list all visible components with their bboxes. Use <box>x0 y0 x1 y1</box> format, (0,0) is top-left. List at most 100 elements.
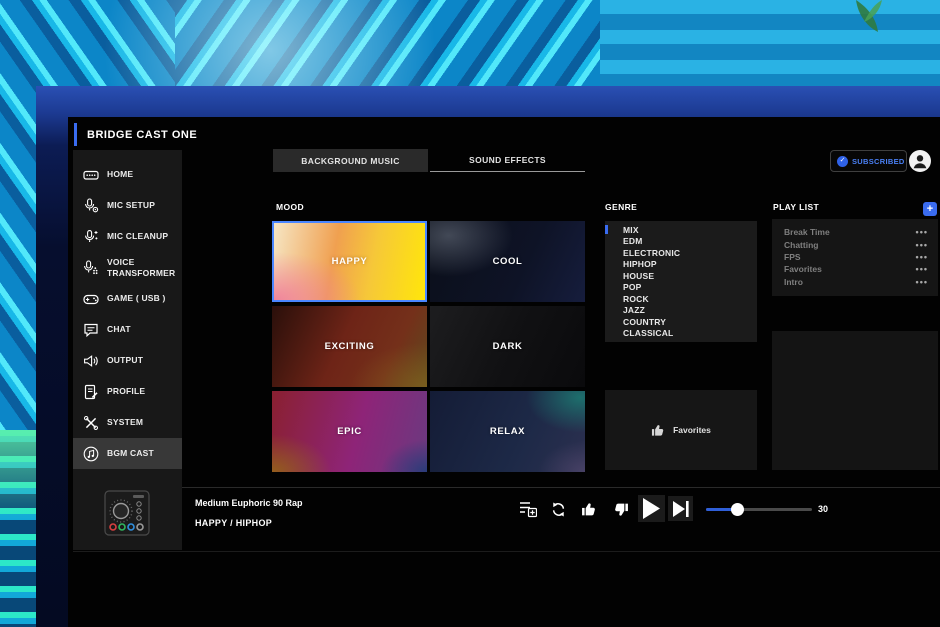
mood-tile-exciting[interactable]: EXCITING <box>272 306 427 387</box>
sidebar-item-label: OUTPUT <box>107 355 179 366</box>
plant-leaf <box>838 0 918 40</box>
genre-item-electronic[interactable]: ELECTRONIC <box>605 247 757 259</box>
thumbs-down-icon <box>612 501 629 518</box>
sidebar-item-game-usb[interactable]: GAME ( USB ) <box>73 283 182 314</box>
voice-transformer-icon <box>83 260 99 276</box>
sidebar-item-label: PROFILE <box>107 386 179 397</box>
mood-section-label: MOOD <box>276 202 304 212</box>
profile-document-icon <box>83 384 99 400</box>
favorites-label: Favorites <box>673 425 711 435</box>
sidebar-item-voice-transformer[interactable]: VOICE TRANSFORMER <box>73 252 182 283</box>
genre-item-mix[interactable]: MIX <box>605 224 757 236</box>
mood-tile-label: RELAX <box>490 426 525 437</box>
repeat-icon <box>550 501 567 518</box>
genre-list: MIX EDM ELECTRONIC HIPHOP HOUSE POP ROCK… <box>605 221 757 342</box>
add-to-playlist-button[interactable] <box>519 500 537 518</box>
sidebar-item-chat[interactable]: CHAT <box>73 314 182 345</box>
console-icon <box>83 167 99 183</box>
title-accent-bar <box>74 123 77 146</box>
playlist-item-intro[interactable]: Intro ••• <box>772 276 938 288</box>
mood-tile-label: DARK <box>493 341 523 352</box>
track-tags: HAPPY / HIPHOP <box>195 518 272 528</box>
music-note-icon <box>83 446 99 462</box>
genre-item-house[interactable]: HOUSE <box>605 270 757 282</box>
thumbs-up-icon <box>581 501 598 518</box>
tab-label: SOUND EFFECTS <box>469 155 546 165</box>
sidebar-item-label: HOME <box>107 169 179 180</box>
tab-background-music[interactable]: BACKGROUND MUSIC <box>273 149 428 172</box>
sidebar-item-mic-cleanup[interactable]: MIC CLEANUP <box>73 221 182 252</box>
playlist-section-label: PLAY LIST <box>773 202 819 212</box>
sidebar-item-profile[interactable]: PROFILE <box>73 376 182 407</box>
sidebar-item-output[interactable]: OUTPUT <box>73 345 182 376</box>
play-icon <box>643 498 660 519</box>
genre-item-country[interactable]: COUNTRY <box>605 316 757 328</box>
tab-sound-effects[interactable]: SOUND EFFECTS <box>430 149 585 172</box>
subscribed-label: SUBSCRIBED <box>852 157 905 166</box>
track-title: Medium Euphoric 90 Rap <box>195 498 303 508</box>
thumbs-up-icon <box>651 423 666 438</box>
mood-tile-cool[interactable]: COOL <box>430 221 585 302</box>
add-playlist-button[interactable]: + <box>923 202 937 216</box>
mic-cleanup-icon <box>83 229 99 245</box>
mic-setup-icon <box>83 198 99 214</box>
sidebar-item-label: MIC CLEANUP <box>107 231 179 242</box>
mood-tile-dark[interactable]: DARK <box>430 306 585 387</box>
skip-next-button[interactable] <box>668 496 693 521</box>
volume-value: 30 <box>818 504 828 514</box>
sidebar-item-label: GAME ( USB ) <box>107 293 179 304</box>
playlist-detail-panel <box>772 331 938 470</box>
sidebar-item-mic-setup[interactable]: MIC SETUP <box>73 190 182 221</box>
mood-tile-label: COOL <box>493 256 523 267</box>
favorites-button[interactable]: Favorites <box>605 390 757 470</box>
mood-tile-epic[interactable]: EPIC <box>272 391 427 472</box>
genre-section-label: GENRE <box>605 202 637 212</box>
genre-item-hiphop[interactable]: HIPHOP <box>605 259 757 271</box>
genre-item-edm[interactable]: EDM <box>605 236 757 248</box>
thumbs-up-button[interactable] <box>581 501 598 518</box>
tools-icon <box>83 415 99 431</box>
playlist-panel: Break Time ••• Chatting ••• FPS ••• Favo… <box>772 219 938 296</box>
check-icon: ✓ <box>837 156 848 167</box>
sidebar-item-label: CHAT <box>107 324 179 335</box>
repeat-button[interactable] <box>550 501 567 518</box>
player-divider <box>182 487 940 488</box>
playlist-item-break-time[interactable]: Break Time ••• <box>772 226 938 238</box>
skip-next-icon <box>673 501 689 517</box>
mood-tile-label: HAPPY <box>332 256 368 267</box>
device-icon <box>104 490 150 536</box>
playlist-item-favorites[interactable]: Favorites ••• <box>772 263 938 275</box>
bridge-cast-device-image <box>104 490 150 536</box>
playlist-add-icon <box>519 500 537 518</box>
account-avatar[interactable] <box>909 150 931 172</box>
play-button[interactable] <box>638 495 665 522</box>
genre-item-jazz[interactable]: JAZZ <box>605 305 757 317</box>
sidebar: HOME MIC SETUP MIC CLEANUP <box>73 150 182 550</box>
speaker-icon <box>83 353 99 369</box>
playlist-item-chatting[interactable]: Chatting ••• <box>772 238 938 250</box>
window-bottom-edge <box>73 551 940 552</box>
sidebar-item-home[interactable]: HOME <box>73 159 182 190</box>
sidebar-item-label: SYSTEM <box>107 417 179 428</box>
gamepad-icon <box>83 291 99 307</box>
sidebar-item-system[interactable]: SYSTEM <box>73 407 182 438</box>
thumbs-down-button[interactable] <box>612 501 629 518</box>
mood-tile-label: EPIC <box>337 426 362 437</box>
sidebar-item-label: MIC SETUP <box>107 200 179 211</box>
shelf-glow <box>0 430 36 520</box>
app-title: BRIDGE CAST ONE <box>87 129 197 141</box>
mood-tile-relax[interactable]: RELAX <box>430 391 585 472</box>
sidebar-item-bgm-cast[interactable]: BGM CAST <box>73 438 182 469</box>
volume-slider-thumb[interactable] <box>731 503 744 516</box>
playlist-item-fps[interactable]: FPS ••• <box>772 251 938 263</box>
mood-tile-happy[interactable]: HAPPY <box>272 221 427 302</box>
tab-label: BACKGROUND MUSIC <box>301 156 399 166</box>
genre-item-classical[interactable]: CLASSICAL <box>605 328 757 340</box>
genre-item-pop[interactable]: POP <box>605 282 757 294</box>
mood-tile-label: EXCITING <box>325 341 375 352</box>
sidebar-item-label: VOICE TRANSFORMER <box>107 257 179 278</box>
chat-bubble-icon <box>83 322 99 338</box>
subscribed-badge[interactable]: ✓ SUBSCRIBED <box>830 150 907 172</box>
genre-item-rock[interactable]: ROCK <box>605 293 757 305</box>
sidebar-nav: HOME MIC SETUP MIC CLEANUP <box>73 159 182 469</box>
